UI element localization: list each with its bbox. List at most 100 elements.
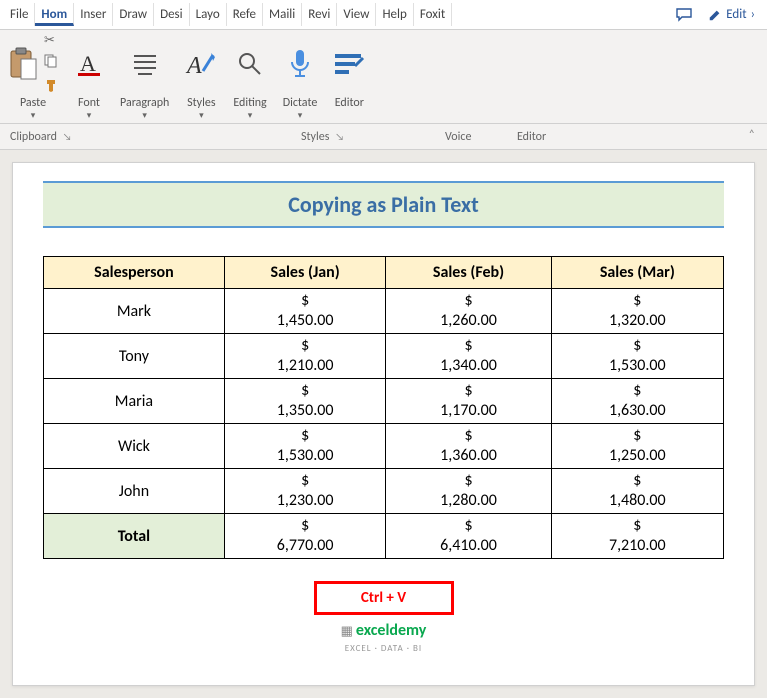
group-dictate: Dictate ▾ bbox=[275, 32, 326, 123]
table-header-row: Salesperson Sales (Jan) Sales (Feb) Sale… bbox=[44, 257, 724, 289]
table-cell: $1,360.00 bbox=[386, 424, 551, 469]
tab-help[interactable]: Help bbox=[376, 3, 413, 26]
comments-button[interactable] bbox=[668, 4, 700, 26]
page-title: Copying as Plain Text bbox=[288, 191, 478, 218]
dictate-label: Dictate bbox=[283, 96, 318, 110]
col-sales-mar: Sales (Mar) bbox=[551, 257, 723, 289]
table-cell: $1,250.00 bbox=[551, 424, 723, 469]
paragraph-button[interactable] bbox=[130, 34, 160, 94]
font-button[interactable]: A bbox=[74, 34, 104, 94]
table-cell: $1,450.00 bbox=[224, 289, 386, 334]
editing-label: Editing bbox=[233, 96, 266, 110]
table-cell-name: Maria bbox=[44, 379, 225, 424]
table-cell: $6,410.00 bbox=[386, 514, 551, 559]
table-row: John$1,230.00$1,280.00$1,480.00 bbox=[44, 469, 724, 514]
collapse-ribbon-button[interactable]: ˄ bbox=[737, 124, 767, 149]
table-cell: $1,530.00 bbox=[551, 334, 723, 379]
cut-icon[interactable]: ✂ bbox=[44, 33, 58, 48]
chevron-down-icon[interactable]: ▾ bbox=[298, 110, 303, 121]
svg-text:A: A bbox=[80, 51, 96, 76]
group-label-editor: Editor bbox=[517, 130, 546, 144]
svg-text:A: A bbox=[185, 53, 202, 79]
chevron-down-icon[interactable]: ▾ bbox=[142, 110, 147, 121]
table-row: Wick$1,530.00$1,360.00$1,250.00 bbox=[44, 424, 724, 469]
table-cell: $1,350.00 bbox=[224, 379, 386, 424]
chevron-right-icon: › bbox=[751, 7, 755, 22]
group-label-clipboard: Clipboard bbox=[10, 130, 57, 144]
watermark-brand: exceldemy bbox=[356, 621, 426, 640]
styles-button[interactable]: A bbox=[185, 34, 217, 94]
tab-draw[interactable]: Draw bbox=[113, 3, 154, 26]
table-cell: $1,280.00 bbox=[386, 469, 551, 514]
table-cell: $1,340.00 bbox=[386, 334, 551, 379]
chevron-down-icon[interactable]: ▾ bbox=[87, 110, 92, 121]
menubar: File Hom Inser Draw Desi Layo Refe Maili… bbox=[0, 0, 767, 30]
document-canvas: Copying as Plain Text Salesperson Sales … bbox=[0, 150, 767, 698]
table-cell: $1,530.00 bbox=[224, 424, 386, 469]
group-clipboard: ✂ Paste ▾ bbox=[0, 32, 66, 123]
chevron-down-icon[interactable]: ▾ bbox=[31, 110, 36, 121]
table-row: Mark$1,450.00$1,260.00$1,320.00 bbox=[44, 289, 724, 334]
chevron-down-icon[interactable]: ▾ bbox=[248, 110, 253, 121]
shortcut-callout: Ctrl + V bbox=[314, 581, 454, 615]
ribbon-group-labels: Clipboard↘ Styles↘ Voice Editor ˄ bbox=[0, 124, 767, 150]
sales-table: Salesperson Sales (Jan) Sales (Feb) Sale… bbox=[43, 256, 724, 559]
editor-button[interactable] bbox=[333, 34, 365, 94]
table-cell: $1,260.00 bbox=[386, 289, 551, 334]
group-editing: Editing ▾ bbox=[225, 32, 274, 123]
table-cell: $1,170.00 bbox=[386, 379, 551, 424]
editing-mode-button[interactable]: Edit › bbox=[700, 3, 763, 26]
tab-insert[interactable]: Inser bbox=[74, 3, 113, 26]
table-cell: $1,210.00 bbox=[224, 334, 386, 379]
table-row: Maria$1,350.00$1,170.00$1,630.00 bbox=[44, 379, 724, 424]
document-page[interactable]: Copying as Plain Text Salesperson Sales … bbox=[12, 162, 755, 686]
col-salesperson: Salesperson bbox=[44, 257, 225, 289]
watermark-sub: EXCEL · DATA · BI bbox=[345, 643, 422, 654]
tab-review[interactable]: Revi bbox=[302, 3, 337, 26]
group-paragraph: Paragraph ▾ bbox=[112, 32, 177, 123]
dialog-launcher-icon[interactable]: ↘ bbox=[63, 130, 72, 143]
tab-design[interactable]: Desi bbox=[154, 3, 190, 26]
table-cell: $1,320.00 bbox=[551, 289, 723, 334]
group-font: A Font ▾ bbox=[66, 32, 112, 123]
watermark-icon: ▦ bbox=[341, 624, 356, 639]
font-label: Font bbox=[78, 96, 100, 110]
col-sales-jan: Sales (Jan) bbox=[224, 257, 386, 289]
chevron-down-icon[interactable]: ▾ bbox=[199, 110, 204, 121]
col-sales-feb: Sales (Feb) bbox=[386, 257, 551, 289]
paste-button[interactable] bbox=[8, 47, 38, 81]
group-styles: A Styles ▾ bbox=[177, 32, 225, 123]
paragraph-label: Paragraph bbox=[120, 96, 169, 110]
table-cell: $1,230.00 bbox=[224, 469, 386, 514]
tab-file[interactable]: File bbox=[4, 3, 35, 26]
paste-label: Paste bbox=[20, 96, 46, 110]
tab-foxit[interactable]: Foxit bbox=[414, 3, 452, 26]
tab-home[interactable]: Hom bbox=[35, 3, 74, 26]
table-row-total: Total$6,770.00$6,410.00$7,210.00 bbox=[44, 514, 724, 559]
editing-button[interactable] bbox=[236, 34, 264, 94]
table-cell-name: Tony bbox=[44, 334, 225, 379]
tab-references[interactable]: Refe bbox=[227, 3, 263, 26]
dialog-launcher-icon[interactable]: ↘ bbox=[335, 130, 344, 143]
table-cell-name: Wick bbox=[44, 424, 225, 469]
ribbon: ✂ Paste ▾ A Font ▾ Paragraph ▾ A Styles … bbox=[0, 30, 767, 124]
table-cell: $1,480.00 bbox=[551, 469, 723, 514]
watermark: ▦ exceldemy EXCEL · DATA · BI bbox=[43, 621, 724, 655]
format-painter-icon[interactable] bbox=[44, 78, 58, 96]
table-cell: $1,630.00 bbox=[551, 379, 723, 424]
group-label-voice: Voice bbox=[445, 130, 471, 144]
tab-layout[interactable]: Layo bbox=[190, 3, 227, 26]
tab-mailings[interactable]: Maili bbox=[263, 3, 302, 26]
tab-view[interactable]: View bbox=[337, 3, 376, 26]
table-cell-name: John bbox=[44, 469, 225, 514]
table-cell: $6,770.00 bbox=[224, 514, 386, 559]
group-editor: Editor bbox=[325, 32, 373, 123]
dictate-button[interactable] bbox=[287, 34, 313, 94]
shortcut-text: Ctrl + V bbox=[361, 589, 406, 607]
styles-label: Styles bbox=[187, 96, 215, 110]
table-row: Tony$1,210.00$1,340.00$1,530.00 bbox=[44, 334, 724, 379]
table-cell: $7,210.00 bbox=[551, 514, 723, 559]
copy-icon[interactable] bbox=[44, 54, 58, 72]
editor-label: Editor bbox=[335, 96, 364, 110]
table-cell-name: Mark bbox=[44, 289, 225, 334]
